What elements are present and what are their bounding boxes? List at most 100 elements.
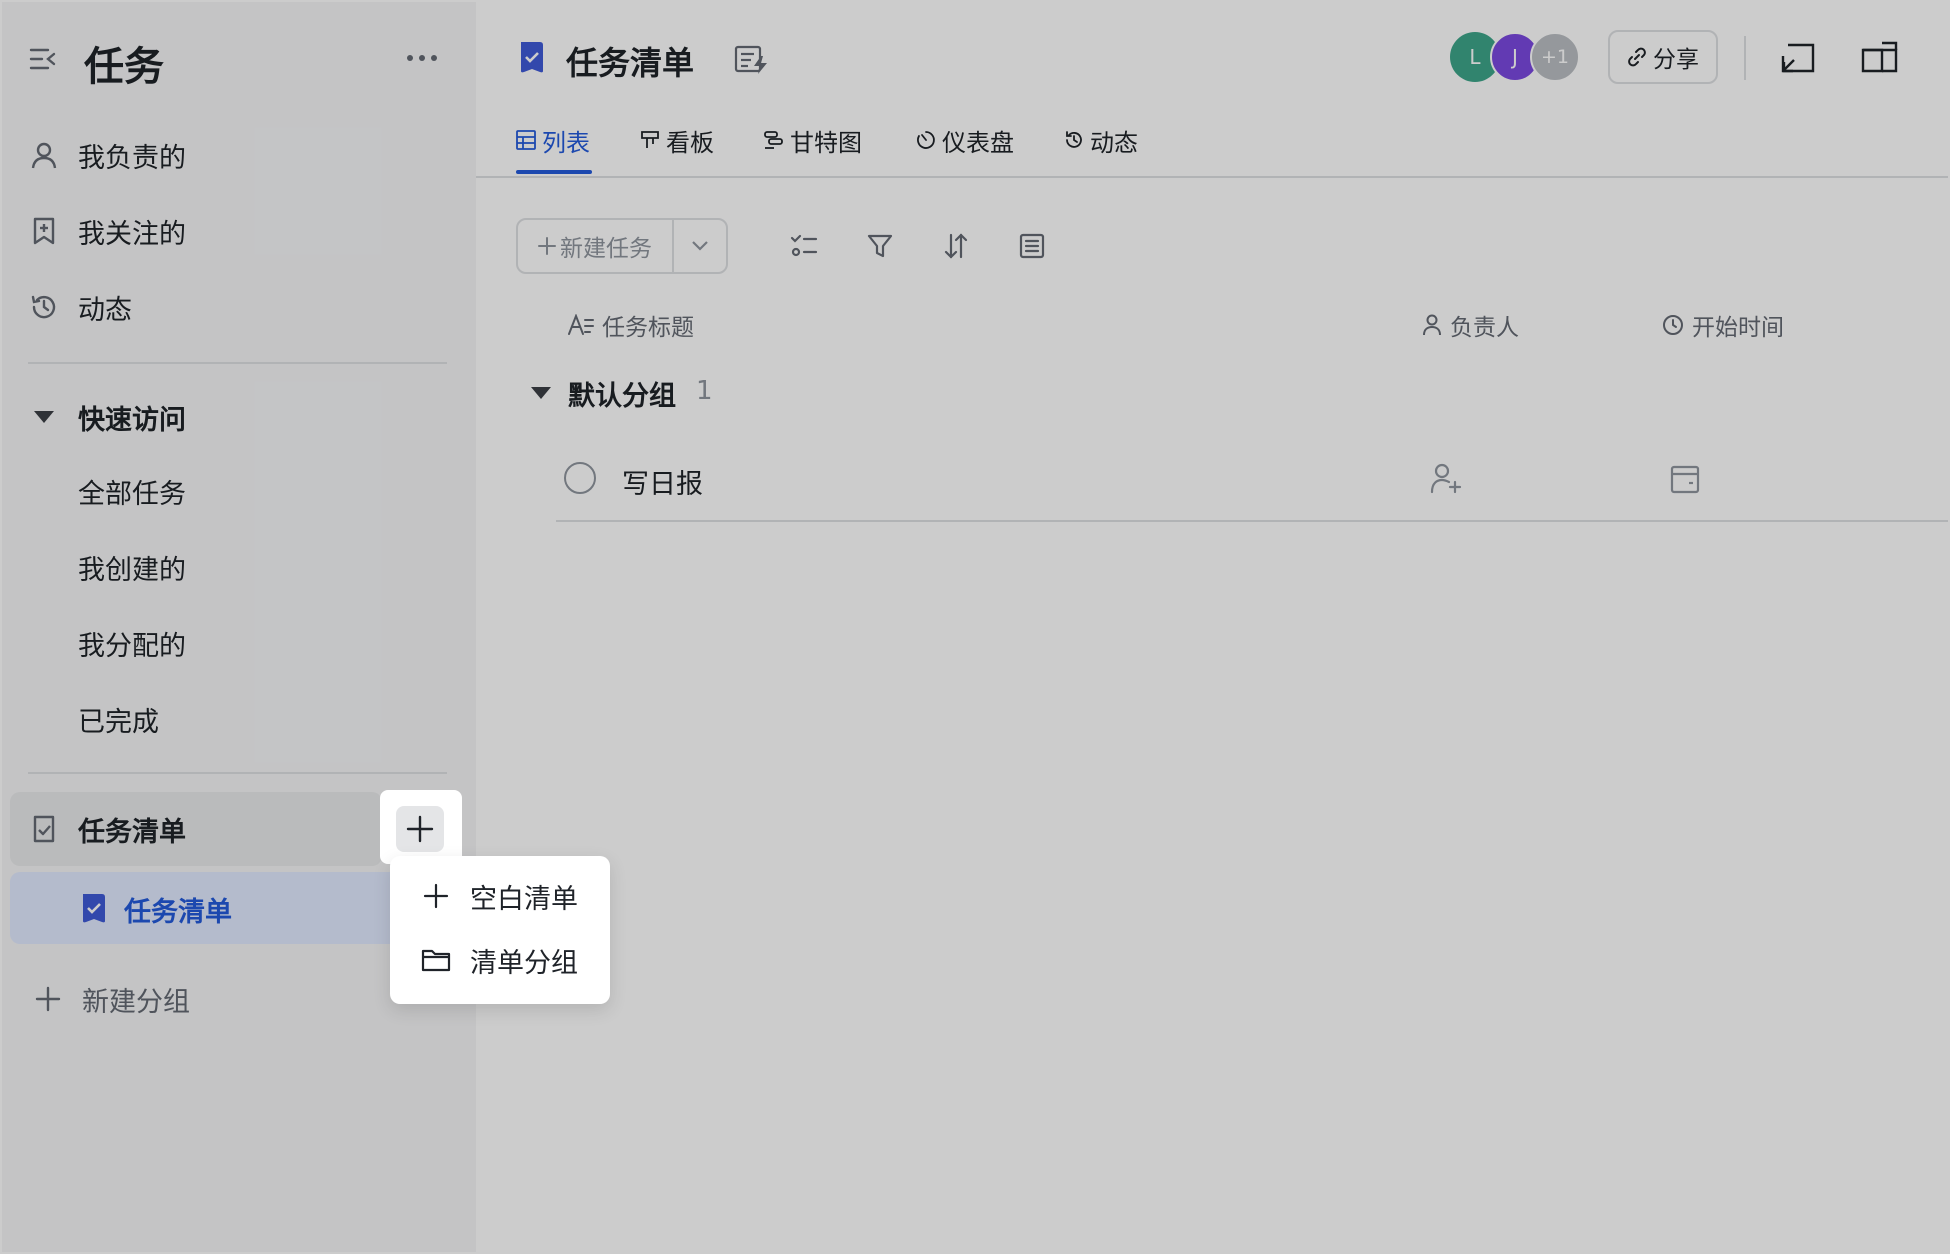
table-icon [516,130,536,150]
tasklist-title-icon [518,40,546,74]
tab-activity[interactable]: 动态 [1064,124,1138,157]
new-group-label: 新建分组 [82,986,190,1018]
triangle-down-icon [28,401,60,433]
sidebar-divider [28,772,447,774]
group-name[interactable]: 默认分组 [568,374,676,413]
sidebar-item-label: 我关注的 [78,218,186,250]
checklist-filter-button[interactable] [784,226,824,266]
menu-item-label: 清单分组 [470,947,578,979]
calendar-icon[interactable] [1670,464,1700,494]
new-task-dropdown[interactable] [674,220,726,272]
gantt-icon [764,130,784,150]
new-task-button[interactable]: 新建任务 [518,220,672,272]
person-icon [28,139,60,171]
sidebar: 任务 我负责的 我关注的 动态 快速访问 全部任务 我创建的 我分配的 已完成 … [2,2,478,1252]
column-header-label: 负责人 [1450,315,1519,341]
plus-icon [406,815,434,843]
checklist-icon [790,233,818,259]
filter-icon [867,233,893,259]
collapse-sidebar-icon[interactable] [28,44,58,74]
sidebar-item-label: 我负责的 [78,142,186,174]
new-group-button[interactable]: 新建分组 [32,968,190,1030]
menu-item-blank-list[interactable]: 空白清单 [420,870,578,922]
kanban-icon [640,130,660,150]
quick-access-toggle[interactable]: 快速访问 [28,386,186,448]
sidebar-item-activity[interactable]: 动态 [28,276,132,338]
text-field-icon [568,314,594,336]
chevron-down-icon [691,240,709,252]
app-window: 任务 我负责的 我关注的 动态 快速访问 全部任务 我创建的 我分配的 已完成 … [0,0,1950,1254]
open-new-window-icon[interactable] [1860,40,1898,74]
task-complete-checkbox[interactable] [564,462,596,494]
add-tasklist-menu: 空白清单 清单分组 [390,856,610,1004]
tab-gantt[interactable]: 甘特图 [764,124,862,157]
sidebar-item-assigned[interactable]: 我分配的 [78,624,186,663]
list-settings-icon [1019,233,1045,259]
sort-button[interactable] [936,226,976,266]
window-restore-icon[interactable] [1780,42,1816,74]
bookmark-icon [28,215,60,247]
person-icon [1422,314,1442,336]
column-header-title[interactable]: 任务标题 [568,308,694,342]
column-header-label: 任务标题 [602,315,694,341]
sidebar-item-completed[interactable]: 已完成 [78,700,159,739]
clock-icon [1662,314,1684,336]
share-label: 分享 [1653,47,1699,73]
main-panel: 任务清单 L J +1 分享 列表 看板 甘特图 仪表盘 动态 新建任务 任务标… [476,2,1948,1252]
plus-icon [420,883,452,909]
sidebar-item-created[interactable]: 我创建的 [78,548,186,587]
menu-item-list-group[interactable]: 清单分组 [420,934,578,986]
tasklist-blue-icon [80,892,108,924]
sidebar-item-followed[interactable]: 我关注的 [28,200,186,262]
avatar-initial: J [1512,45,1518,69]
plus-icon [538,237,556,255]
column-header-label: 开始时间 [1692,315,1784,341]
quick-access-label: 快速访问 [78,404,186,436]
page-title: 任务清单 [566,44,695,82]
tasklist-group-header[interactable]: 任务清单 [28,798,186,860]
tasklist-icon [28,813,60,845]
new-task-label: 新建任务 [560,236,652,262]
automation-icon[interactable] [734,44,770,76]
tab-dashboard[interactable]: 仪表盘 [916,124,1014,157]
tab-label: 列表 [542,128,590,157]
more-options-icon[interactable] [406,54,438,62]
header-divider [1744,36,1746,80]
share-button[interactable]: 分享 [1608,30,1718,84]
tab-label: 动态 [1090,128,1138,157]
sidebar-item-all-tasks[interactable]: 全部任务 [78,472,186,511]
column-header-start-time[interactable]: 开始时间 [1662,308,1784,342]
task-title[interactable]: 写日报 [622,462,703,501]
column-header-assignee[interactable]: 负责人 [1422,308,1519,342]
tasklist-item-label: 任务清单 [124,897,232,928]
sidebar-divider [28,362,447,364]
group-collapse-icon[interactable] [530,386,552,400]
group-count: 1 [696,376,713,406]
plus-icon [32,983,64,1015]
history-icon [28,291,60,323]
dashboard-icon [916,130,936,150]
filter-button[interactable] [860,226,900,266]
avatar-more[interactable]: +1 [1530,32,1580,82]
sidebar-item-mine[interactable]: 我负责的 [28,124,186,186]
tasklist-group-label: 任务清单 [78,816,186,848]
folder-icon [420,947,452,973]
tab-list[interactable]: 列表 [516,124,590,157]
link-icon [1627,47,1647,67]
menu-item-label: 空白清单 [470,883,578,915]
tab-kanban[interactable]: 看板 [640,124,714,157]
add-tasklist-button[interactable] [396,806,444,852]
add-assignee-icon[interactable] [1430,462,1462,494]
sidebar-item-label: 动态 [78,294,132,326]
avatar-more-count: +1 [1540,46,1569,68]
field-settings-button[interactable] [1012,226,1052,266]
new-task-split-button: 新建任务 [516,218,728,274]
sidebar-title: 任务 [84,44,164,90]
tab-label: 甘特图 [790,128,862,157]
avatar-initial: L [1469,45,1481,69]
task-row-divider [556,520,1948,522]
tab-active-indicator [516,170,592,174]
tab-label: 看板 [666,128,714,157]
sort-icon [943,233,969,259]
tab-label: 仪表盘 [942,128,1014,157]
